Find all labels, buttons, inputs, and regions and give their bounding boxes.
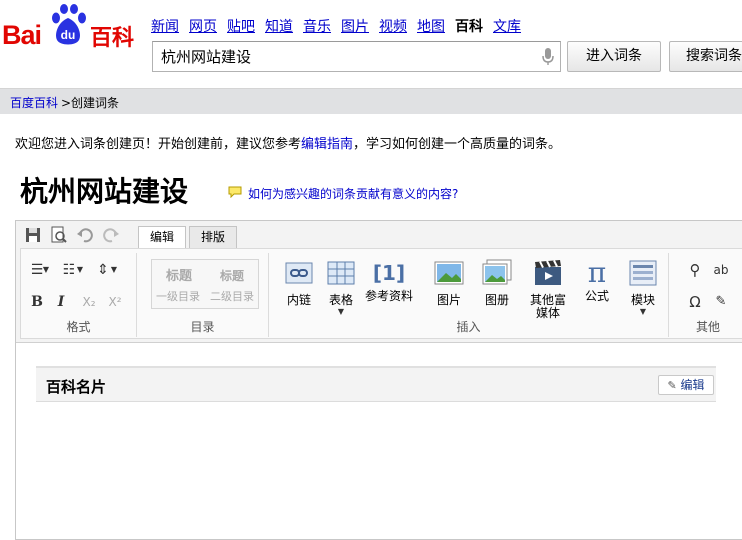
enter-entry-button[interactable]: 进入词条 [567,41,661,72]
edit-guide-link[interactable]: 编辑指南 [301,137,353,152]
find-binoculars-icon[interactable]: ⚲ [685,261,705,279]
insert-internal-link-button[interactable]: 内链 [277,259,321,307]
album-label: 图册 [484,293,509,307]
heading-buttons: 标题 一级目录 标题 二级目录 [151,259,259,309]
rich-media-label: 其他富媒体 [530,293,567,320]
insert-album-button[interactable]: 图册 [475,259,519,307]
baidu-baike-logo[interactable]: Bai du 百科 [2,4,140,68]
image-icon [434,261,464,285]
superscript-icon[interactable]: X² [105,293,125,311]
card-edit-label: 编辑 [680,378,705,392]
ribbon: ☰ ▼ ☷ ▼ ⇕ ▼ B I X₂ X² 格式 目录 标题 一级目录 标题 二… [20,248,742,339]
card-edit-button[interactable]: ✎ 编辑 [658,375,714,395]
insert-module-button[interactable]: 模块 ▼ [621,259,665,316]
special-characters-icon[interactable]: Ω [685,293,705,311]
heading2-sub-label: 二级目录 [210,290,254,303]
logo-baike-text: 百科 [90,26,135,51]
contribution-tip-link[interactable]: 如何为感兴趣的词条贡献有意义的内容? [248,187,458,201]
search-box [152,41,561,72]
quick-toolbar [24,226,120,244]
paw-logo-icon: du [52,4,86,45]
format-group: ☰ ▼ ☷ ▼ ⇕ ▼ B I X₂ X² 格式 [21,253,137,337]
table-label: 表格 [328,293,353,307]
module-dropdown-icon[interactable]: ▼ [621,307,665,316]
line-spacing-dropdown-icon[interactable]: ▼ [109,261,119,279]
heading1-button[interactable]: 标题 [166,265,192,284]
italic-icon[interactable]: I [51,293,71,311]
breadcrumb-home-link[interactable]: 百度百科 [10,94,58,111]
insert-formula-button[interactable]: π 公式 [575,259,619,303]
breadcrumb-current: >创建词条 [61,96,120,110]
format-group-label: 格式 [66,320,91,334]
insert-group: 内链 表格 ▼ [1] 参考资料 图片 图册 其他富媒体 π 公式 模块 ▼ 插… [269,253,669,337]
page-title: 杭州网站建设 [20,175,189,208]
editor-tabs: 编辑 排版 [138,226,238,249]
logo-du-text: du [61,28,76,42]
breadcrumb: 百度百科 >创建词条 [0,88,742,114]
other-group-label: 其他 [695,320,720,334]
module-icon [629,260,657,286]
subscript-icon[interactable]: X₂ [79,293,99,311]
numbered-list-dropdown-icon[interactable]: ▼ [75,261,85,279]
rich-media-icon [535,260,561,285]
table-dropdown-icon[interactable]: ▼ [319,307,363,316]
welcome-message: 欢迎您进入词条创建页！开始创建前，建议您参考编辑指南，学习如何创建一个高质量的词… [15,133,561,152]
toc-group-label: 目录 [190,320,215,334]
top-nav: 新闻 网页 贴吧 知道 音乐 图片 视频 地图 百科 文库 [151,16,531,36]
undo-icon[interactable] [76,226,94,244]
search-input[interactable] [153,42,523,71]
bold-icon[interactable]: B [27,293,47,311]
nav-map[interactable]: 地图 [417,16,445,36]
other-group: ⚲ ab Ω ✎ 其他 [669,253,742,337]
heading2-button[interactable]: 标题 [220,267,244,284]
insert-reference-button[interactable]: [1] 参考资料 [361,259,417,303]
redo-icon[interactable] [102,226,120,244]
tab-edit[interactable]: 编辑 [138,226,187,249]
table-icon [327,261,355,285]
formula-icon: π [587,256,607,289]
reference-label: 参考资料 [364,289,413,303]
spell-check-icon[interactable]: ✎ [711,293,731,311]
welcome-text-before: 欢迎您进入词条创建页！开始创建前，建议您参考 [15,137,302,152]
nav-images[interactable]: 图片 [341,16,369,36]
internal-link-label: 内链 [286,293,311,307]
logo-bai-text: Bai [2,20,42,50]
nav-news[interactable]: 新闻 [151,16,179,36]
nav-wenku[interactable]: 文库 [493,16,521,36]
tip: 如何为感兴趣的词条贡献有意义的内容? [228,185,458,202]
tab-layout[interactable]: 排版 [189,226,238,248]
microphone-icon[interactable] [542,48,554,66]
card-title: 百科名片 [46,378,107,396]
insert-group-label: 插入 [456,320,481,334]
insert-image-button[interactable]: 图片 [427,259,471,307]
nav-music[interactable]: 音乐 [303,16,331,36]
nav-baike-current: 百科 [455,19,483,35]
reference-icon: [1] [372,261,406,285]
insert-rich-media-button[interactable]: 其他富媒体 [523,259,573,320]
welcome-text-after: ，学习如何创建一个高质量的词条。 [353,137,562,152]
internal-link-icon [285,262,313,284]
nav-zhidao[interactable]: 知道 [265,16,293,36]
nav-tieba[interactable]: 贴吧 [227,16,255,36]
image-label: 图片 [436,293,461,307]
formula-label: 公式 [584,289,609,303]
module-label: 模块 [630,293,655,307]
search-entry-button[interactable]: 搜索词条 [669,41,742,72]
replace-icon[interactable]: ab [711,261,731,279]
heading1-sub-label: 一级目录 [156,290,200,303]
nav-web[interactable]: 网页 [189,16,217,36]
insert-table-button[interactable]: 表格 ▼ [319,259,363,316]
bullet-list-dropdown-icon[interactable]: ▼ [41,261,51,279]
preview-icon[interactable] [50,226,68,244]
editor: 编辑 排版 ☰ ▼ ☷ ▼ ⇕ ▼ B I X₂ X² 格式 目录 标题 一级目… [15,220,742,540]
baike-card-section: 百科名片 ✎ 编辑 [36,366,716,402]
save-icon[interactable] [24,226,42,244]
nav-video[interactable]: 视频 [379,16,407,36]
album-icon [482,259,512,285]
editor-toolbar: 编辑 排版 ☰ ▼ ☷ ▼ ⇕ ▼ B I X₂ X² 格式 目录 标题 一级目… [16,221,742,343]
pencil-icon: ✎ [667,379,677,392]
